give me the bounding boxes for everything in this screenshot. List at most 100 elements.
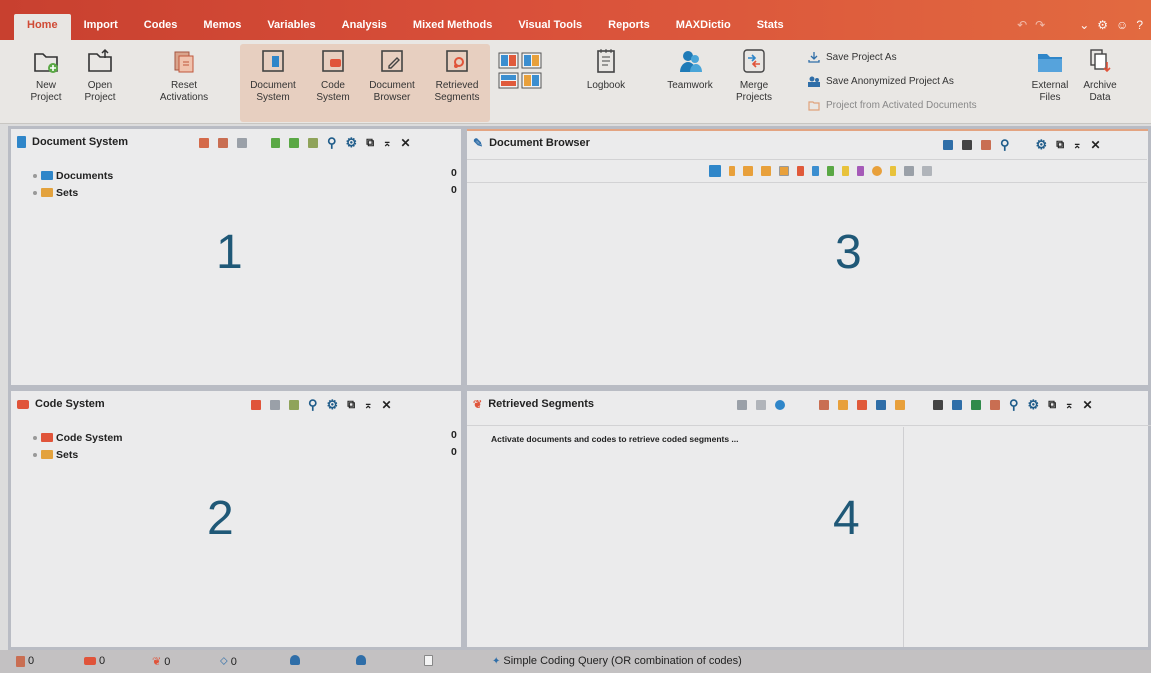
open-project-button[interactable]: Open Project bbox=[78, 46, 122, 104]
add-document-icon[interactable] bbox=[289, 138, 299, 148]
chevron-down-icon[interactable]: ⌄ bbox=[1079, 18, 1089, 32]
tab-mixed-methods[interactable]: Mixed Methods bbox=[400, 14, 505, 40]
gear-icon[interactable]: ⚙ bbox=[1028, 397, 1040, 413]
document-browser-button[interactable]: Document Browser bbox=[364, 46, 420, 104]
collapse-icon[interactable]: ⌅ bbox=[383, 138, 391, 149]
tab-variables[interactable]: Variables bbox=[254, 14, 328, 40]
tab-maxdictio[interactable]: MAXDictio bbox=[663, 14, 744, 40]
undock-icon[interactable]: ⧉ bbox=[366, 137, 374, 150]
comment-icon[interactable] bbox=[775, 400, 785, 410]
save-project-as-button[interactable]: Save Project As bbox=[808, 52, 897, 63]
status-variables[interactable]: ⬦ 0 bbox=[220, 655, 237, 668]
highlight-yellow-icon[interactable] bbox=[842, 166, 849, 176]
status-team[interactable] bbox=[356, 655, 366, 665]
collapse-icon[interactable]: ⌅ bbox=[1073, 140, 1081, 151]
logbook-button[interactable]: Logbook bbox=[580, 46, 632, 92]
code-icon[interactable] bbox=[729, 166, 735, 176]
splitter[interactable] bbox=[903, 427, 904, 647]
status-segments[interactable]: ❦ 0 bbox=[152, 655, 170, 669]
tab-visual-tools[interactable]: Visual Tools bbox=[505, 14, 595, 40]
project-from-activated-button[interactable]: Project from Activated Documents bbox=[808, 100, 977, 111]
gear-icon[interactable]: ⚙ bbox=[346, 135, 358, 151]
code-in-vivo-icon[interactable] bbox=[743, 166, 753, 176]
tree-item-code-system[interactable]: Code System bbox=[33, 429, 123, 446]
print-icon[interactable] bbox=[933, 400, 943, 410]
gear-icon[interactable]: ⚙ bbox=[1036, 137, 1048, 153]
external-files-button[interactable]: External Files bbox=[1028, 46, 1072, 104]
undock-icon[interactable]: ⧉ bbox=[347, 399, 355, 412]
export-icon[interactable] bbox=[981, 140, 991, 150]
close-icon[interactable]: ✕ bbox=[400, 136, 410, 150]
layout-icon[interactable] bbox=[943, 140, 953, 150]
status-codes[interactable]: 0 bbox=[84, 655, 105, 667]
dropdown-icon[interactable] bbox=[709, 165, 721, 177]
status-query[interactable]: ✦ Simple Coding Query (OR combination of… bbox=[492, 655, 742, 667]
code-system-button[interactable]: Code System bbox=[306, 46, 360, 104]
redo-icon[interactable]: ↷ bbox=[1035, 18, 1045, 32]
export-doc-icon[interactable] bbox=[737, 400, 747, 410]
close-icon[interactable]: ✕ bbox=[1090, 138, 1100, 152]
search-icon[interactable]: ⚲ bbox=[327, 135, 337, 151]
help-icon[interactable]: ? bbox=[1136, 18, 1143, 32]
retrieved-segments-button[interactable]: Retrieved Segments bbox=[428, 46, 486, 104]
import-icon[interactable] bbox=[271, 138, 280, 148]
document-icon[interactable] bbox=[756, 400, 766, 410]
tab-import[interactable]: Import bbox=[71, 14, 131, 40]
unlink-icon[interactable] bbox=[922, 166, 932, 176]
memo-icon[interactable] bbox=[890, 166, 896, 176]
add-folder-icon[interactable] bbox=[308, 138, 318, 148]
code-with-new-icon[interactable] bbox=[761, 166, 771, 176]
collapse-icon[interactable]: ⌅ bbox=[1065, 400, 1073, 411]
new-project-button[interactable]: New Project bbox=[24, 46, 68, 104]
highlight-blue-icon[interactable] bbox=[812, 166, 819, 176]
export-icon[interactable] bbox=[990, 400, 1000, 410]
highlight-red-icon[interactable] bbox=[797, 166, 804, 176]
highlight-green-icon[interactable] bbox=[827, 166, 834, 176]
teamwork-button[interactable]: Teamwork bbox=[660, 46, 720, 92]
code-weight-icon[interactable] bbox=[857, 400, 867, 410]
gear-icon[interactable]: ⚙ bbox=[1097, 18, 1108, 32]
code-set-icon[interactable] bbox=[289, 400, 299, 410]
document-system-button[interactable]: Document System bbox=[244, 46, 302, 104]
merge-projects-button[interactable]: Merge Projects bbox=[728, 46, 780, 104]
new-code-icon[interactable] bbox=[251, 400, 261, 410]
tab-reports[interactable]: Reports bbox=[595, 14, 663, 40]
tree-item-sets[interactable]: Sets bbox=[33, 184, 113, 201]
tab-home[interactable]: Home bbox=[14, 14, 71, 40]
search-icon[interactable]: ⚲ bbox=[308, 397, 318, 413]
close-icon[interactable]: ✕ bbox=[381, 398, 391, 412]
archive-data-button[interactable]: Archive Data bbox=[1078, 46, 1122, 104]
undock-icon[interactable]: ⧉ bbox=[1056, 139, 1064, 152]
filter-icon[interactable] bbox=[237, 138, 247, 148]
link-icon[interactable] bbox=[904, 166, 914, 176]
gear-icon[interactable]: ⚙ bbox=[327, 397, 339, 413]
code-overlap-icon[interactable] bbox=[895, 400, 905, 410]
status-document[interactable] bbox=[424, 655, 433, 666]
search-icon[interactable]: ⚲ bbox=[1000, 137, 1010, 153]
collapse-icon[interactable]: ⌅ bbox=[364, 400, 372, 411]
smiley-icon[interactable]: ☺ bbox=[1116, 18, 1128, 32]
status-documents[interactable]: 0 bbox=[16, 655, 34, 667]
copy-document-icon[interactable] bbox=[218, 138, 228, 148]
excel-icon[interactable] bbox=[971, 400, 981, 410]
print-icon[interactable] bbox=[962, 140, 972, 150]
grid-icon[interactable] bbox=[819, 400, 829, 410]
close-icon[interactable]: ✕ bbox=[1082, 398, 1092, 412]
undo-icon[interactable]: ↶ bbox=[1017, 18, 1027, 32]
highlight-purple-icon[interactable] bbox=[857, 166, 864, 176]
status-user[interactable] bbox=[290, 655, 300, 665]
tab-memos[interactable]: Memos bbox=[190, 14, 254, 40]
code-favorite-icon[interactable] bbox=[779, 166, 789, 176]
new-document-icon[interactable] bbox=[199, 138, 209, 148]
filter-icon[interactable] bbox=[270, 400, 280, 410]
undock-icon[interactable]: ⧉ bbox=[1048, 399, 1056, 412]
teamwork-small-icon[interactable] bbox=[876, 400, 886, 410]
tree-item-documents[interactable]: Documents bbox=[33, 167, 113, 184]
tab-codes[interactable]: Codes bbox=[131, 14, 191, 40]
word-icon[interactable] bbox=[952, 400, 962, 410]
tab-analysis[interactable]: Analysis bbox=[329, 14, 400, 40]
tab-stats[interactable]: Stats bbox=[744, 14, 797, 40]
emoticode-icon[interactable] bbox=[872, 166, 882, 176]
tree-item-sets[interactable]: Sets bbox=[33, 446, 123, 463]
reset-activations-button[interactable]: Reset Activations bbox=[152, 46, 216, 104]
